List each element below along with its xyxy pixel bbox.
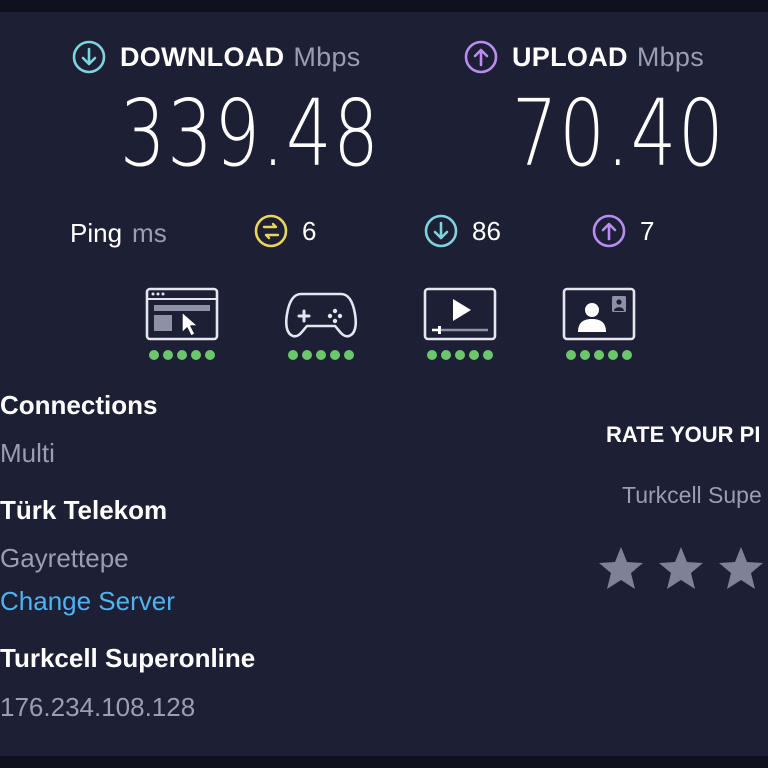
rating-dot	[191, 350, 201, 360]
arrow-down-circle-icon	[72, 40, 106, 74]
upload-header: UPLOAD Mbps	[464, 40, 704, 74]
rating-dot	[330, 350, 340, 360]
download-speed-value: 339.48	[120, 80, 381, 187]
experience-video-streaming	[422, 286, 498, 360]
bottom-edge	[0, 756, 768, 768]
connections-value: Multi	[0, 438, 55, 468]
download-label: DOWNLOAD	[120, 41, 285, 72]
rating-dot	[608, 350, 618, 360]
speedtest-result-panel: DOWNLOAD Mbps 339.48 UPLOAD Mbps 70.40 P…	[0, 12, 768, 756]
experience-video-call	[561, 286, 637, 360]
rating-dot	[483, 350, 493, 360]
server-name: Türk Telekom	[0, 495, 168, 525]
web-browsing-icon	[145, 287, 219, 341]
ping-download-value: 86	[472, 215, 501, 246]
provider-name: Turkcell Superonline	[0, 643, 256, 673]
rate-provider-title: RATE YOUR PI	[606, 422, 761, 447]
download-header: DOWNLOAD Mbps	[72, 40, 361, 74]
star-icon[interactable]	[658, 546, 704, 590]
rating-dot	[344, 350, 354, 360]
rating-dot	[469, 350, 479, 360]
arrow-up-circle-icon	[592, 214, 626, 248]
ip-address: 176.234.108.128	[0, 692, 196, 722]
gaming-controller-icon	[284, 292, 358, 338]
rate-provider-name: Turkcell Supe	[622, 482, 762, 508]
rating-stars	[598, 546, 764, 590]
rating-dot	[622, 350, 632, 360]
rating-dot	[441, 350, 451, 360]
ping-idle-value: 6	[302, 215, 317, 246]
rating-dot	[455, 350, 465, 360]
rating-dot	[580, 350, 590, 360]
experience-rating	[561, 350, 637, 360]
rating-dot	[205, 350, 215, 360]
upload-label: UPLOAD	[512, 41, 628, 72]
download-unit: Mbps	[293, 41, 361, 72]
rating-dot	[149, 350, 159, 360]
upload-speed-value: 70.40	[512, 80, 726, 187]
rating-dot	[288, 350, 298, 360]
ping-upload: 7	[592, 214, 654, 248]
arrow-up-circle-icon	[464, 40, 498, 74]
experience-gaming	[283, 286, 359, 360]
rating-dot	[566, 350, 576, 360]
video-call-icon	[562, 287, 636, 341]
ping-label: Ping	[70, 218, 123, 248]
rating-dot	[427, 350, 437, 360]
upload-unit: Mbps	[636, 41, 705, 72]
rating-dot	[594, 350, 604, 360]
video-streaming-icon	[423, 287, 497, 341]
ping-label-group: Ping ms	[70, 218, 167, 249]
connections-label: Connections	[0, 390, 158, 420]
experience-rating	[144, 350, 220, 360]
latency-icon	[254, 214, 288, 248]
change-server-link[interactable]: Change Server	[0, 586, 175, 617]
experience-web-browsing	[144, 286, 220, 360]
ping-download: 86	[424, 214, 501, 248]
rating-dot	[177, 350, 187, 360]
server-location: Gayrettepe	[0, 543, 129, 573]
top-edge	[0, 0, 768, 12]
rating-dot	[316, 350, 326, 360]
experience-rating	[283, 350, 359, 360]
star-icon[interactable]	[598, 546, 644, 590]
ping-upload-value: 7	[640, 215, 655, 246]
rating-dot	[302, 350, 312, 360]
ping-idle: 6	[254, 214, 316, 248]
star-icon[interactable]	[718, 546, 764, 590]
arrow-down-circle-icon	[424, 214, 458, 248]
rating-dot	[163, 350, 173, 360]
experience-rating	[422, 350, 498, 360]
ping-unit: ms	[132, 218, 167, 248]
